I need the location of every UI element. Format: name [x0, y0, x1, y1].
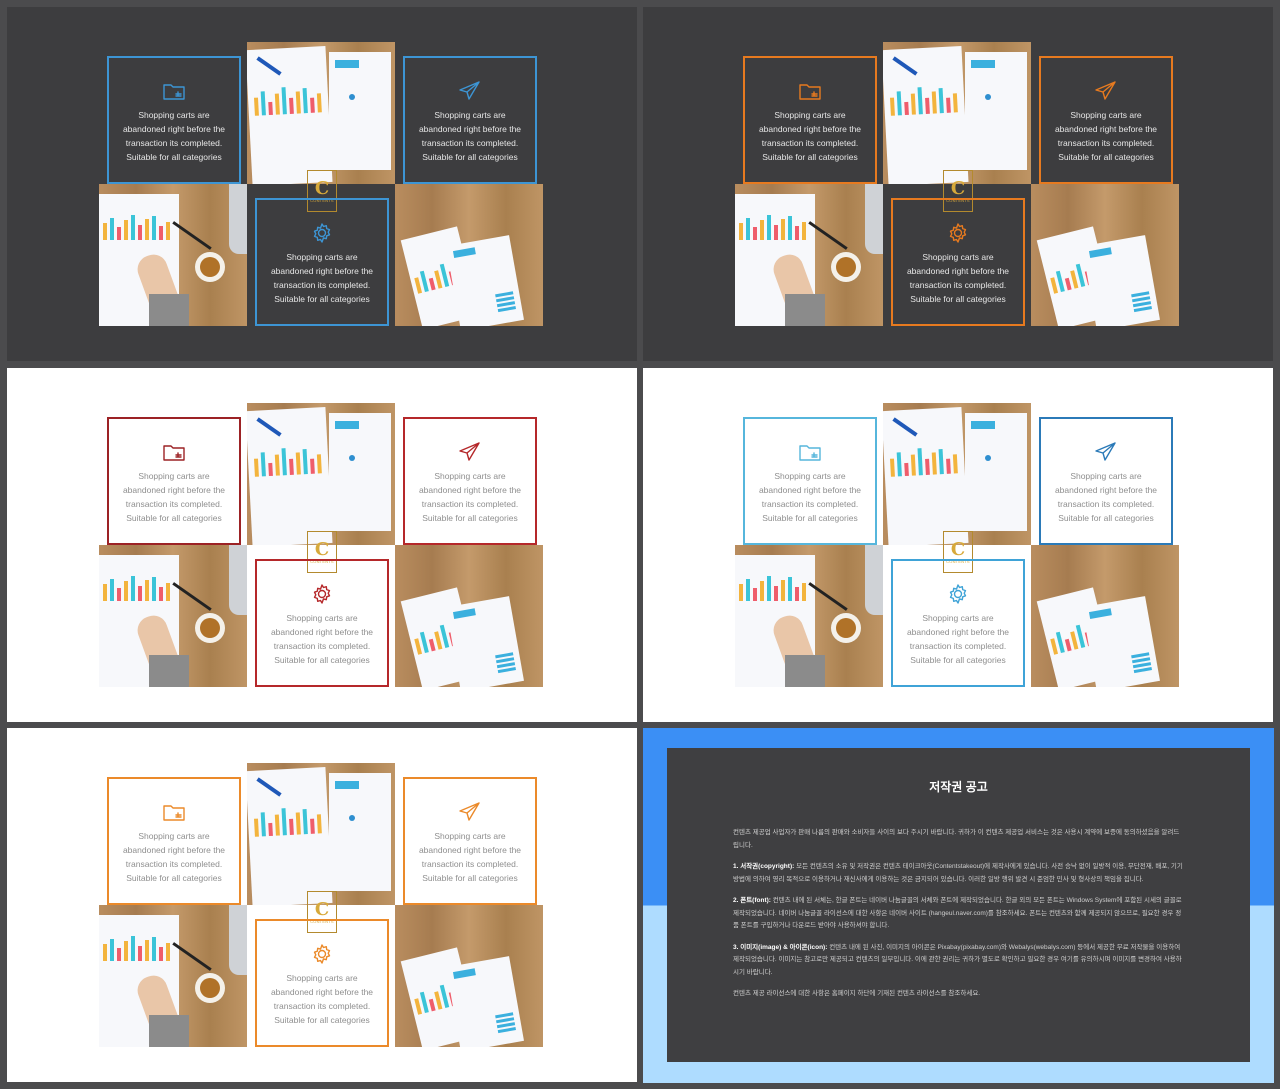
- photo-p2: [735, 545, 883, 687]
- slide-blue-dark: C CONTENTS Shopping carts are abandoned r…: [7, 7, 637, 361]
- photo-box-grid: C CONTENTS Shopping carts are abandoned r…: [99, 403, 545, 687]
- gear-icon: [946, 222, 970, 244]
- logo-initial: C: [314, 177, 330, 199]
- info-box: Shopping carts are abandoned right befor…: [107, 777, 241, 905]
- notice-intro: 컨텐츠 제공업 사업자가 판매 나름의 판매와 소비자들 사이의 보다 주시기 …: [733, 829, 1180, 849]
- photo-p3: [1031, 184, 1179, 326]
- notice-copyright-text: 모든 컨텐츠의 소유 및 저작권은 컨텐츠 테이크아웃(Contentstake…: [733, 863, 1183, 883]
- paper-plane-icon: [458, 441, 482, 463]
- notice-copyright: 1. 서작권(copyright): 모든 컨텐츠의 소유 및 저작권은 컨텐츠…: [733, 861, 1184, 886]
- notice-outro: 컨텐츠 제공 라이선스에 대한 사항은 홈페이지 하단에 기재된 컨텐츠 라이선…: [733, 990, 981, 997]
- info-box-text: Shopping carts are abandoned right befor…: [122, 831, 226, 883]
- info-box-text: Shopping carts are abandoned right befor…: [758, 471, 862, 523]
- paper-plane-icon: [458, 801, 482, 823]
- photo-box-grid: C CONTENTS Shopping carts are abandoned r…: [99, 42, 545, 326]
- slide-red-light: C CONTENTS Shopping carts are abandoned r…: [7, 368, 637, 722]
- copyright-notice-panel: 저작권 공고 컨텐츠 제공업 사업자가 판매 나름의 판매와 소비자들 사이의 …: [667, 748, 1250, 1062]
- info-box-text: Shopping carts are abandoned right befor…: [418, 110, 522, 162]
- photo-p1: [883, 42, 1031, 184]
- info-box: Shopping carts are abandoned right befor…: [107, 56, 241, 184]
- photo-box-grid: C CONTENTS Shopping carts are abandoned r…: [99, 763, 545, 1047]
- folder-icon: [162, 441, 186, 463]
- notice-font-text: 컨텐츠 내에 된 서체는, 한글 폰트는 네이버 나눔글꼴의 서체와 폰트에 제…: [733, 897, 1182, 929]
- info-box: Shopping carts are abandoned right befor…: [891, 198, 1025, 326]
- paper-plane-icon: [1094, 80, 1118, 102]
- notice-image: 3. 이미지(image) & 아이콘(icon): 컨텐츠 내에 된 사진, …: [733, 942, 1184, 980]
- notice-copyright-label: 1. 서작권(copyright):: [733, 863, 795, 870]
- info-box-text: Shopping carts are abandoned right befor…: [1054, 110, 1158, 162]
- photo-p1: [247, 42, 395, 184]
- notice-font-label: 2. 폰트(font):: [733, 897, 771, 904]
- info-box: Shopping carts are abandoned right befor…: [255, 919, 389, 1047]
- photo-p1: [883, 403, 1031, 545]
- info-box: Shopping carts are abandoned right befor…: [743, 417, 877, 545]
- photo-box-grid: C CONTENTS Shopping carts are abandoned r…: [735, 403, 1181, 687]
- info-box-text: Shopping carts are abandoned right befor…: [1054, 471, 1158, 523]
- photo-box-grid: C CONTENTS Shopping carts are abandoned r…: [735, 42, 1181, 326]
- logo-initial: C: [314, 538, 330, 560]
- info-box: Shopping carts are abandoned right befor…: [1039, 417, 1173, 545]
- gear-icon: [310, 583, 334, 605]
- slide-skyblue-light: C CONTENTS Shopping carts are abandoned r…: [643, 368, 1273, 722]
- logo-initial: C: [314, 898, 330, 920]
- paper-plane-icon: [458, 80, 482, 102]
- photo-p3: [1031, 545, 1179, 687]
- gear-icon: [310, 943, 334, 965]
- slide-orange-light: C CONTENTS Shopping carts are abandoned r…: [7, 728, 637, 1082]
- photo-p1: [247, 403, 395, 545]
- info-box-text: Shopping carts are abandoned right befor…: [758, 110, 862, 162]
- notice-title: 저작권 공고: [929, 780, 988, 794]
- photo-p1: [247, 763, 395, 905]
- info-box-text: Shopping carts are abandoned right befor…: [270, 613, 374, 665]
- info-box-text: Shopping carts are abandoned right befor…: [270, 252, 374, 304]
- info-box: Shopping carts are abandoned right befor…: [107, 417, 241, 545]
- info-box: Shopping carts are abandoned right befor…: [743, 56, 877, 184]
- info-box-text: Shopping carts are abandoned right befor…: [906, 613, 1010, 665]
- notice-image-label: 3. 이미지(image) & 아이콘(icon):: [733, 943, 828, 951]
- logo-initial: C: [950, 177, 966, 199]
- info-box-text: Shopping carts are abandoned right befor…: [418, 831, 522, 883]
- photo-p2: [99, 545, 247, 687]
- photo-p3: [395, 905, 543, 1047]
- info-box-text: Shopping carts are abandoned right befor…: [906, 252, 1010, 304]
- copyright-notice-slide: 저작권 공고 컨텐츠 제공업 사업자가 판매 나름의 판매와 소비자들 사이의 …: [643, 728, 1274, 1083]
- info-box: Shopping carts are abandoned right befor…: [1039, 56, 1173, 184]
- photo-p3: [395, 545, 543, 687]
- paper-plane-icon: [1094, 441, 1118, 463]
- folder-icon: [162, 801, 186, 823]
- gear-icon: [946, 583, 970, 605]
- logo-initial: C: [950, 538, 966, 560]
- folder-icon: [162, 80, 186, 102]
- info-box-text: Shopping carts are abandoned right befor…: [418, 471, 522, 523]
- info-box: Shopping carts are abandoned right befor…: [255, 198, 389, 326]
- info-box: Shopping carts are abandoned right befor…: [403, 777, 537, 905]
- info-box-text: Shopping carts are abandoned right befor…: [270, 973, 374, 1025]
- notice-font: 2. 폰트(font): 컨텐츠 내에 된 서체는, 한글 폰트는 네이버 나눔…: [733, 895, 1184, 933]
- folder-icon: [798, 80, 822, 102]
- photo-p2: [99, 184, 247, 326]
- slide-orange-dark: C CONTENTS Shopping carts are abandoned r…: [643, 7, 1273, 361]
- gear-icon: [310, 222, 334, 244]
- info-box: Shopping carts are abandoned right befor…: [255, 559, 389, 687]
- info-box-text: Shopping carts are abandoned right befor…: [122, 110, 226, 162]
- info-box: Shopping carts are abandoned right befor…: [403, 417, 537, 545]
- photo-p2: [735, 184, 883, 326]
- info-box: Shopping carts are abandoned right befor…: [891, 559, 1025, 687]
- folder-icon: [798, 441, 822, 463]
- info-box-text: Shopping carts are abandoned right befor…: [122, 471, 226, 523]
- photo-p3: [395, 184, 543, 326]
- photo-p2: [99, 905, 247, 1047]
- info-box: Shopping carts are abandoned right befor…: [403, 56, 537, 184]
